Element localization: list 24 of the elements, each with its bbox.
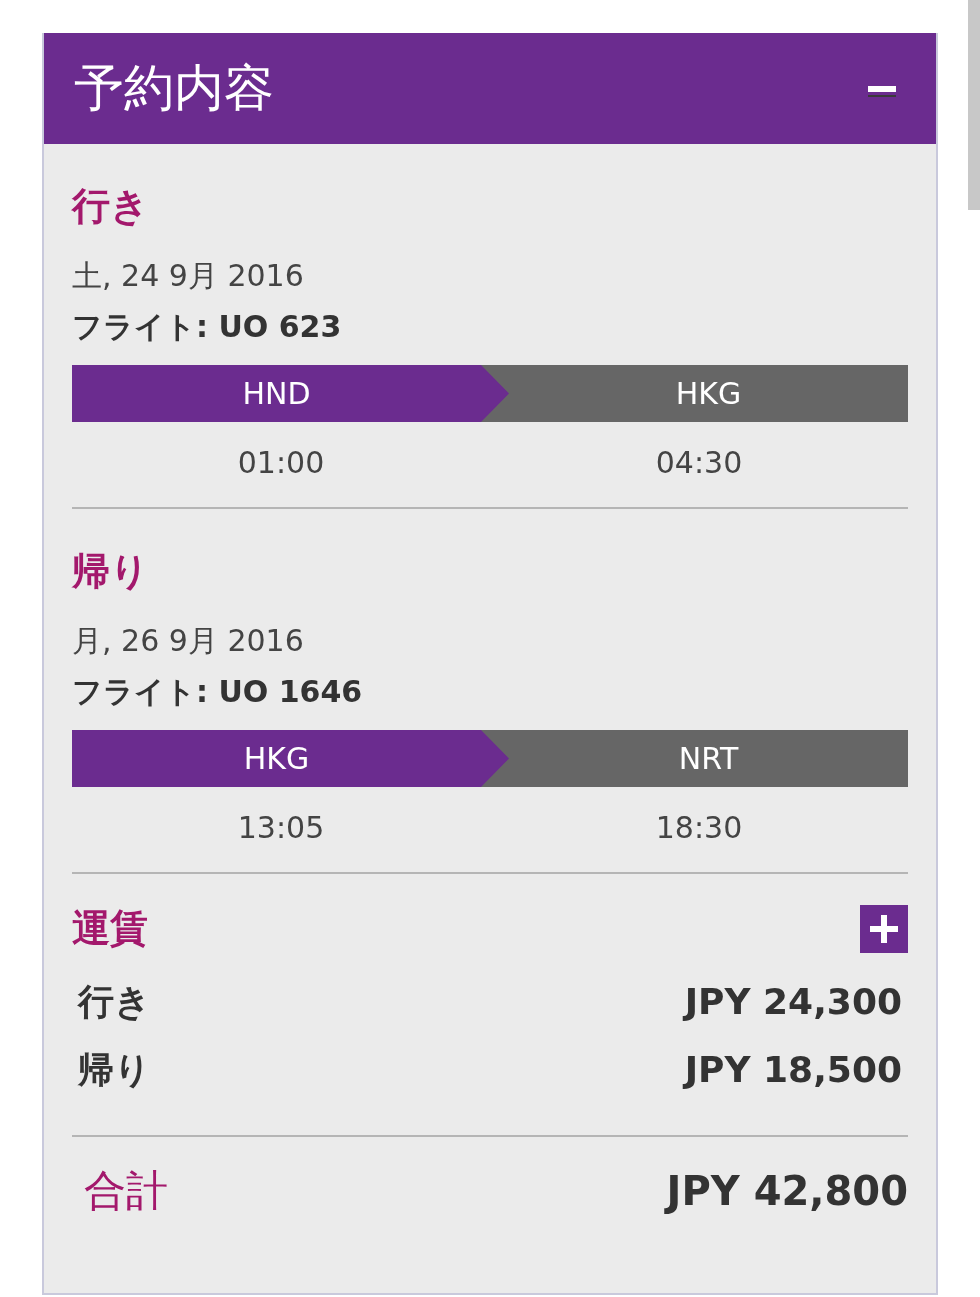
total-amount: JPY 42,800 bbox=[666, 1166, 908, 1216]
total-label: 合計 bbox=[84, 1165, 168, 1217]
expand-button[interactable] bbox=[860, 904, 908, 953]
arrival-time: 18:30 bbox=[654, 809, 744, 847]
destination-airport: HKG bbox=[481, 365, 908, 422]
card-title: 予約内容 bbox=[74, 58, 274, 119]
section-heading: 行き bbox=[72, 183, 150, 230]
fare-label: 行き bbox=[78, 980, 151, 1024]
flight-number: フライト: UO 623 bbox=[72, 308, 343, 346]
flight-date: 土, 24 9月 2016 bbox=[72, 257, 305, 295]
flight-number: フライト: UO 1646 bbox=[72, 673, 364, 711]
section-heading: 運賃 bbox=[72, 905, 148, 952]
origin-airport: HND bbox=[72, 365, 509, 422]
origin-airport: HKG bbox=[72, 730, 509, 787]
fare-amount: JPY 24,300 bbox=[684, 980, 902, 1024]
scrollbar-thumb[interactable] bbox=[968, 0, 980, 210]
section-heading: 帰り bbox=[72, 548, 150, 595]
fare-label: 帰り bbox=[78, 1048, 151, 1092]
departure-time: 01:00 bbox=[236, 444, 326, 482]
departure-time: 13:05 bbox=[236, 809, 326, 847]
destination-airport: NRT bbox=[481, 730, 908, 787]
fare-amount: JPY 18,500 bbox=[684, 1048, 902, 1092]
arrival-time: 04:30 bbox=[654, 444, 744, 482]
flight-date: 月, 26 9月 2016 bbox=[72, 622, 305, 660]
